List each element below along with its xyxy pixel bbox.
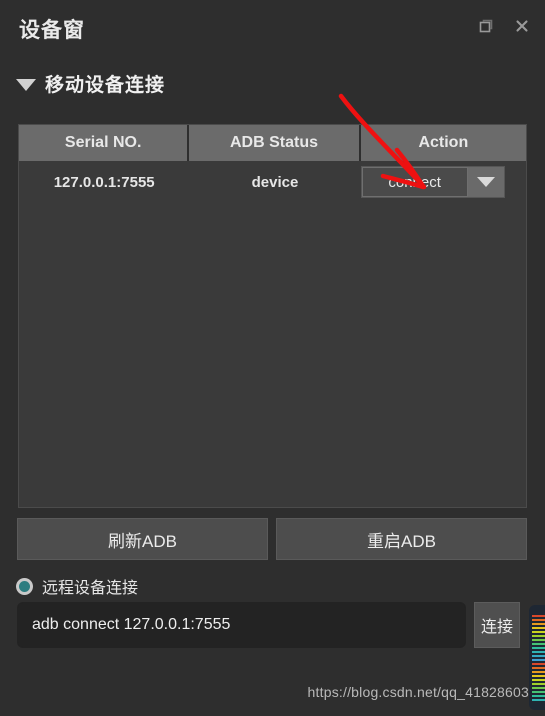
action-dropdown[interactable]: connect [360, 166, 505, 198]
csdn-logo-bar [529, 605, 545, 710]
table-header-row: Serial NO. ADB Status Action [19, 125, 526, 161]
column-header-adb-status[interactable]: ADB Status [189, 125, 359, 161]
action-dropdown-label[interactable]: connect [361, 167, 468, 197]
page-title: 设备窗 [19, 19, 85, 42]
cell-action: connect [360, 161, 526, 203]
adb-button-row: 刷新ADB 重启ADB [17, 518, 528, 560]
refresh-adb-button[interactable]: 刷新ADB [17, 518, 268, 560]
column-header-action[interactable]: Action [360, 125, 526, 161]
column-header-serial[interactable]: Serial NO. [19, 125, 188, 161]
section-header-mobile-device[interactable]: 移动设备连接 [16, 70, 165, 97]
watermark-text: https://blog.csdn.net/qq_41828603 [307, 684, 529, 700]
restore-window-icon[interactable] [475, 15, 497, 37]
close-icon[interactable] [511, 15, 533, 37]
title-bar: 设备窗 [0, 0, 545, 58]
table-row[interactable]: 127.0.0.1:7555 device connect [19, 161, 526, 203]
restart-adb-button[interactable]: 重启ADB [276, 518, 527, 560]
window-controls [475, 15, 533, 37]
connect-button[interactable]: 连接 [474, 602, 520, 648]
table-body: 127.0.0.1:7555 device connect [19, 161, 526, 203]
remote-device-radio[interactable]: 远程设备连接 [16, 574, 138, 598]
chevron-down-icon[interactable] [467, 167, 504, 197]
cell-serial: 127.0.0.1:7555 [53, 173, 155, 191]
triangle-down-icon[interactable] [16, 78, 36, 91]
section-title: 移动设备连接 [45, 75, 166, 96]
device-window: 设备窗 移动设备连接 Serial NO. ADB Status Action [0, 0, 545, 716]
remote-connect-row: 连接 [17, 602, 520, 648]
cell-adb-status: device [251, 173, 299, 191]
remote-device-radio-label: 远程设备连接 [42, 580, 139, 597]
csdn-stripes [532, 615, 545, 701]
adb-command-input[interactable] [17, 602, 466, 648]
radio-icon[interactable] [16, 577, 33, 595]
device-table: Serial NO. ADB Status Action 127.0.0.1:7… [18, 124, 527, 508]
